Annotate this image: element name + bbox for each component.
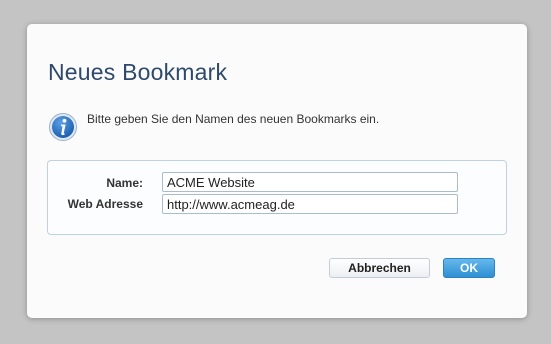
name-label: Name: — [106, 176, 143, 190]
name-input[interactable] — [162, 172, 458, 192]
cancel-button[interactable]: Abbrechen — [329, 258, 430, 278]
ok-button[interactable]: OK — [443, 258, 495, 278]
web-address-input[interactable] — [162, 194, 458, 214]
new-bookmark-dialog: Neues Bookmark Bitte geben Sie den Namen… — [27, 24, 527, 318]
dialog-title: Neues Bookmark — [48, 59, 228, 85]
web-address-label: Web Adresse — [67, 197, 143, 211]
info-message: Bitte geben Sie den Namen des neuen Book… — [87, 112, 380, 126]
bookmark-form: Name: Web Adresse — [47, 160, 507, 235]
info-icon — [49, 113, 77, 141]
